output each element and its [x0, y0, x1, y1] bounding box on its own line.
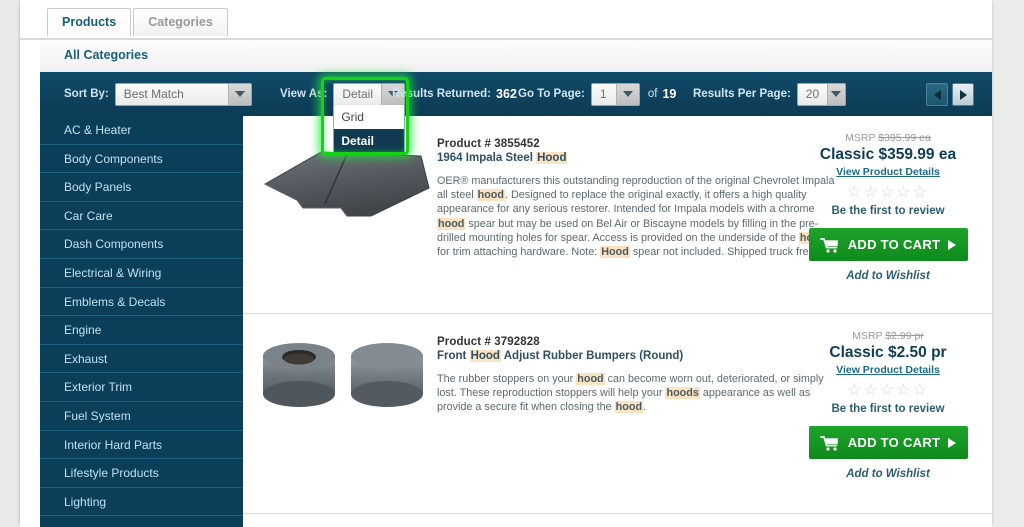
breadcrumb-all-categories[interactable]: All Categories	[64, 48, 148, 62]
rubber-bumpers-image[interactable]	[251, 328, 436, 478]
prev-page-button[interactable]	[926, 83, 948, 106]
results-per-page-group: Results Per Page: 20	[693, 72, 846, 116]
product-price-panel: MSRP $395.99 ea Classic $359.99 ea View …	[798, 132, 978, 282]
go-to-page-select[interactable]: 1	[590, 82, 640, 106]
sort-by-value: Best Match	[123, 86, 184, 101]
chevron-down-icon	[227, 83, 251, 105]
sidebar-item-dash-components[interactable]: Dash Components	[40, 230, 243, 259]
sidebar-item-interior-hard-parts[interactable]: Interior Hard Parts	[40, 431, 243, 460]
product-results-list: Product # 3855452 1964 Impala Steel Hood…	[243, 116, 992, 527]
tab-products[interactable]: Products	[47, 8, 132, 36]
tab-strip: Products Categories	[20, 0, 992, 40]
right-arrow-icon	[959, 89, 967, 100]
add-to-cart-button[interactable]: ADD TO CART	[808, 228, 968, 261]
product-number: Product # 3792828	[437, 336, 540, 348]
product-row: Product # 3792828 Front Hood Adjust Rubb…	[243, 314, 992, 514]
right-arrow-icon	[948, 437, 957, 448]
go-to-page-group: Go To Page: 1 of 19	[518, 72, 676, 116]
next-page-button[interactable]	[952, 83, 974, 106]
go-to-page-value: 1	[599, 86, 607, 101]
msrp-label: MSRP	[845, 132, 876, 144]
product-number: Product # 3855452	[437, 138, 540, 150]
product-name[interactable]: Front Hood Adjust Rubber Bumpers (Round)	[437, 350, 837, 362]
sidebar-item-electrical-wiring[interactable]: Electrical & Wiring	[40, 259, 243, 288]
left-arrow-icon	[933, 89, 941, 100]
star-rating-icon[interactable]: ☆☆☆☆☆	[798, 383, 978, 399]
sidebar-item-exhaust[interactable]: Exhaust	[40, 345, 243, 374]
view-as-group: View As: Detail Grid Detail	[280, 72, 410, 155]
view-product-details-link[interactable]: View Product Details	[798, 166, 978, 178]
view-as-option-grid[interactable]: Grid	[334, 105, 404, 129]
sidebar-item-lifestyle-products[interactable]: Lifestyle Products	[40, 459, 243, 488]
msrp-label: MSRP	[852, 330, 883, 342]
add-to-cart-label: ADD TO CART	[847, 435, 941, 450]
sidebar-item-car-care[interactable]: Car Care	[40, 202, 243, 231]
view-as-value: Detail	[342, 86, 373, 101]
msrp-value: $395.99 ea	[878, 132, 931, 144]
msrp-row: MSRP $395.99 ea	[798, 132, 978, 144]
sidebar-item-emblems-decals[interactable]: Emblems & Decals	[40, 288, 243, 317]
results-returned-group: Results Returned: 362	[392, 72, 517, 116]
product-info: Product # 3792828 Front Hood Adjust Rubb…	[437, 336, 837, 415]
total-pages-value: 19	[662, 87, 677, 101]
product-description: OER® manufacturers this outstanding repr…	[437, 175, 835, 259]
star-rating-icon[interactable]: ☆☆☆☆☆	[798, 185, 978, 201]
sort-by-group: Sort By: Best Match	[64, 72, 252, 116]
chevron-down-icon	[827, 83, 845, 105]
cart-icon	[819, 435, 838, 451]
add-to-cart-button[interactable]: ADD TO CART	[808, 426, 968, 459]
sidebar-item-ac-heater[interactable]: AC & Heater	[40, 116, 243, 145]
results-returned-value: 362	[496, 87, 517, 101]
results-returned-label: Results Returned:	[392, 88, 492, 100]
sort-by-label: Sort By:	[64, 88, 109, 100]
results-per-page-value: 20	[805, 86, 820, 101]
results-toolbar: Sort By: Best Match View As: Detail Grid…	[40, 72, 992, 155]
product-price: Classic $359.99 ea	[819, 146, 957, 163]
msrp-row: MSRP $2.99 pr	[798, 330, 978, 342]
product-search-page: Products Categories All Categories Sort …	[0, 0, 1024, 527]
results-per-page-label: Results Per Page:	[693, 88, 791, 100]
sidebar-item-lighting[interactable]: Lighting	[40, 488, 243, 517]
cart-icon	[819, 237, 838, 253]
results-per-page-select[interactable]: 20	[796, 82, 846, 106]
sidebar-item-body-panels[interactable]: Body Panels	[40, 173, 243, 202]
product-description: The rubber stoppers on your hood can bec…	[437, 373, 824, 414]
right-arrow-icon	[948, 239, 957, 250]
go-to-page-label: Go To Page:	[518, 88, 585, 100]
review-prompt[interactable]: Be the first to review	[798, 403, 978, 415]
view-as-option-detail[interactable]: Detail	[334, 128, 405, 153]
sidebar-item-exterior-trim[interactable]: Exterior Trim	[40, 373, 243, 402]
product-price-panel: MSRP $2.99 pr Classic $2.50 pr View Prod…	[798, 330, 978, 480]
add-to-cart-label: ADD TO CART	[847, 237, 941, 252]
breadcrumb: All Categories	[40, 40, 992, 73]
sidebar-item-fuel-system[interactable]: Fuel System	[40, 402, 243, 431]
product-info: Product # 3855452 1964 Impala Steel Hood…	[437, 138, 837, 259]
of-label: of	[647, 88, 658, 100]
sort-by-select[interactable]: Best Match	[114, 82, 252, 106]
view-as-dropdown-list[interactable]: Grid Detail	[333, 104, 406, 154]
sidebar-item-body-components[interactable]: Body Components	[40, 145, 243, 174]
view-product-details-link[interactable]: View Product Details	[798, 364, 978, 376]
add-to-wishlist-link[interactable]: Add to Wishlist	[798, 270, 978, 282]
page-right-margin	[992, 0, 1024, 527]
tab-categories[interactable]: Categories	[133, 8, 228, 36]
add-to-wishlist-link[interactable]: Add to Wishlist	[798, 468, 978, 480]
msrp-value: $2.99 pr	[885, 330, 924, 342]
product-name[interactable]: 1964 Impala Steel Hood	[437, 152, 837, 164]
content-shell: Products Categories All Categories Sort …	[20, 0, 992, 527]
pagination-controls	[926, 83, 974, 106]
category-sidebar: AC & Heater Body Components Body Panels …	[40, 116, 244, 527]
review-prompt[interactable]: Be the first to review	[798, 205, 978, 217]
view-as-label: View As:	[280, 88, 328, 100]
product-price: Classic $2.50 pr	[829, 344, 947, 361]
chevron-down-icon	[615, 83, 639, 105]
sidebar-item-engine[interactable]: Engine	[40, 316, 243, 345]
page-left-margin	[0, 0, 20, 527]
tab-list: Products Categories	[47, 8, 230, 36]
